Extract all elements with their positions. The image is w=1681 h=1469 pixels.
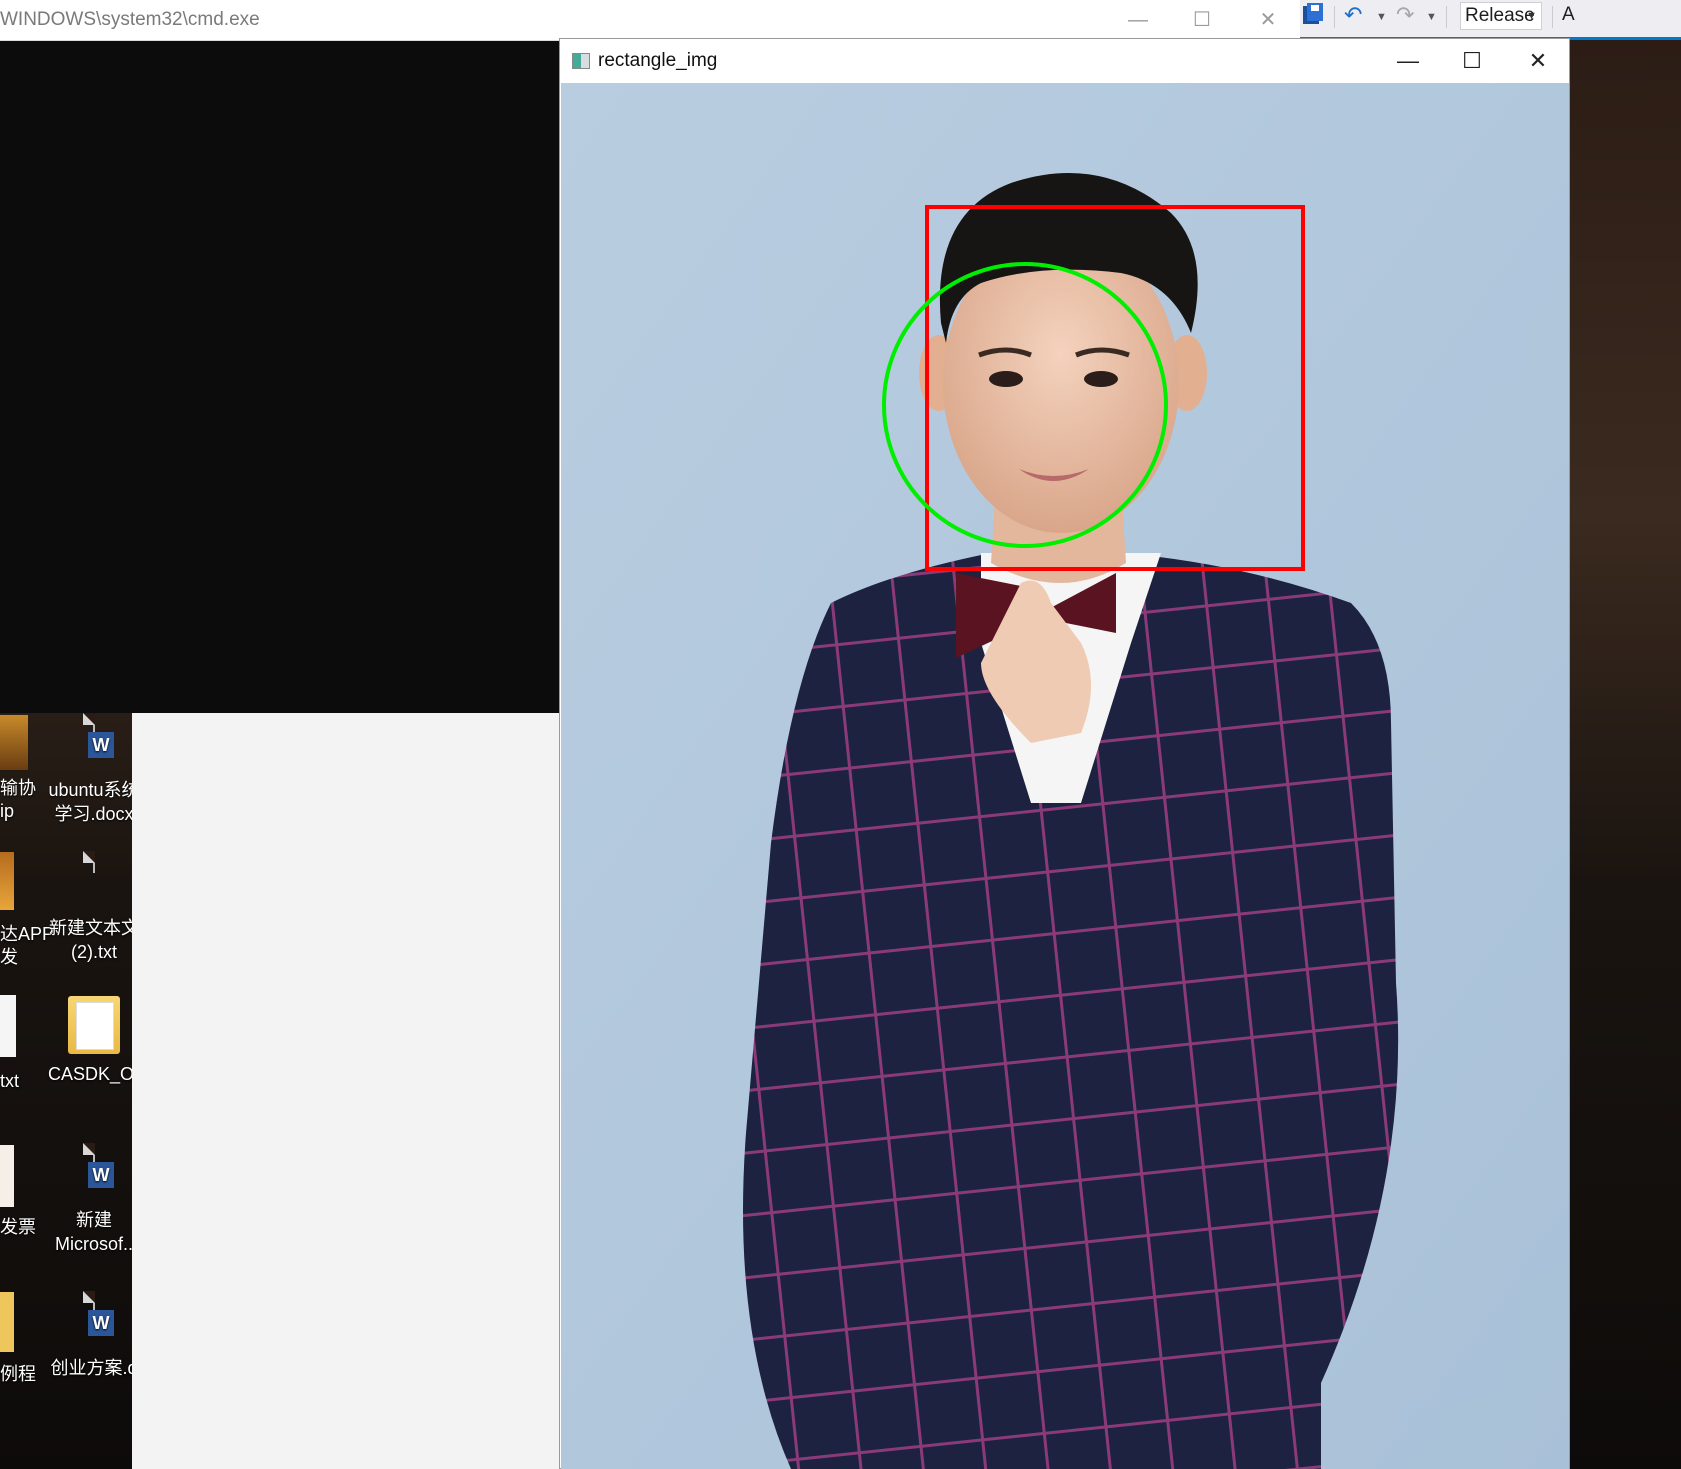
image-window[interactable]: rectangle_img — ☐ ✕ <box>559 38 1570 1469</box>
word-document-icon: W <box>68 1290 120 1350</box>
vs-toolbar: ↶ ▼ ↷ ▼ Release ▼ A <box>1300 0 1681 40</box>
toolbar-separator <box>1334 6 1335 28</box>
desktop-icon-casdk-folder[interactable]: CASDK_OB <box>48 996 147 1086</box>
partial-folder-icon[interactable] <box>0 1292 14 1352</box>
portrait-image <box>561 83 1569 1469</box>
desktop-icon-new-word[interactable]: W 新建 Microsof.. <box>48 1142 140 1256</box>
partial-app-icon[interactable] <box>0 715 28 770</box>
image-close-button[interactable]: ✕ <box>1506 39 1570 83</box>
undo-dropdown-icon[interactable]: ▼ <box>1376 4 1387 30</box>
desktop-icon-label: ubuntu系统 <box>48 780 140 800</box>
partial-app-icon[interactable] <box>0 852 14 910</box>
cmd-console-area[interactable] <box>0 41 560 713</box>
window-app-icon <box>572 53 590 69</box>
image-canvas[interactable] <box>561 83 1569 1469</box>
solution-configuration-dropdown[interactable]: Release ▼ <box>1460 2 1542 30</box>
image-maximize-button[interactable]: ☐ <box>1440 39 1504 83</box>
left-eye <box>989 371 1023 387</box>
partial-label: 输协 <box>0 778 36 798</box>
redo-icon[interactable]: ↷ <box>1396 2 1414 28</box>
desktop-icon-label: (2).txt <box>70 942 117 962</box>
image-window-titlebar[interactable]: rectangle_img — ☐ ✕ <box>560 39 1569 83</box>
undo-icon[interactable]: ↶ <box>1344 2 1362 28</box>
toolbar-separator <box>1446 6 1447 28</box>
desktop-icon-label: Microsof.. <box>54 1234 133 1254</box>
partial-label: 例程 <box>0 1364 36 1384</box>
platform-dropdown-partial[interactable]: A <box>1562 2 1575 28</box>
folder-icon <box>68 996 120 1056</box>
cmd-title: WINDOWS\system32\cmd.exe <box>0 9 260 30</box>
redo-dropdown-icon[interactable]: ▼ <box>1426 4 1437 30</box>
background-window-panel <box>132 713 562 1469</box>
word-document-icon: W <box>68 712 120 772</box>
partial-label: ip <box>0 801 15 821</box>
image-minimize-button[interactable]: — <box>1376 39 1440 83</box>
desktop-icon-label: CASDK_OB <box>48 1064 147 1084</box>
cmd-maximize-button[interactable]: ☐ <box>1172 0 1232 40</box>
desktop-icon-business-plan[interactable]: W 创业方案.d <box>48 1290 140 1380</box>
cmd-titlebar[interactable]: WINDOWS\system32\cmd.exe — ☐ ✕ <box>0 0 1300 41</box>
desktop-icon-label: 创业方案.d <box>50 1358 138 1378</box>
partial-label: 发 <box>0 947 18 967</box>
desktop-icon-label: 学习.docx <box>54 804 134 824</box>
cmd-minimize-button[interactable]: — <box>1108 0 1168 40</box>
partial-file-icon[interactable] <box>0 1145 14 1207</box>
word-document-icon: W <box>68 1142 120 1202</box>
text-document-icon <box>68 850 120 910</box>
desktop-icon-label: 新建文本文 <box>49 918 139 938</box>
partial-label: txt <box>0 1071 20 1091</box>
cmd-close-button[interactable]: ✕ <box>1238 0 1298 40</box>
image-window-title: rectangle_img <box>598 50 718 71</box>
right-eye <box>1084 371 1118 387</box>
desktop-icon-label: 新建 <box>76 1210 112 1230</box>
desktop-icon-new-text[interactable]: 新建文本文 (2).txt <box>48 850 140 964</box>
save-all-icon[interactable] <box>1302 2 1324 28</box>
partial-file-icon[interactable] <box>0 995 16 1057</box>
desktop-icon-ubuntu-docx[interactable]: W ubuntu系统 学习.docx <box>48 712 140 826</box>
partial-label: 达APP <box>0 924 55 944</box>
toolbar-separator <box>1552 6 1553 28</box>
configuration-value: Release <box>1465 5 1535 26</box>
partial-label: 发票 <box>0 1217 36 1237</box>
chevron-down-icon: ▼ <box>1526 10 1537 22</box>
